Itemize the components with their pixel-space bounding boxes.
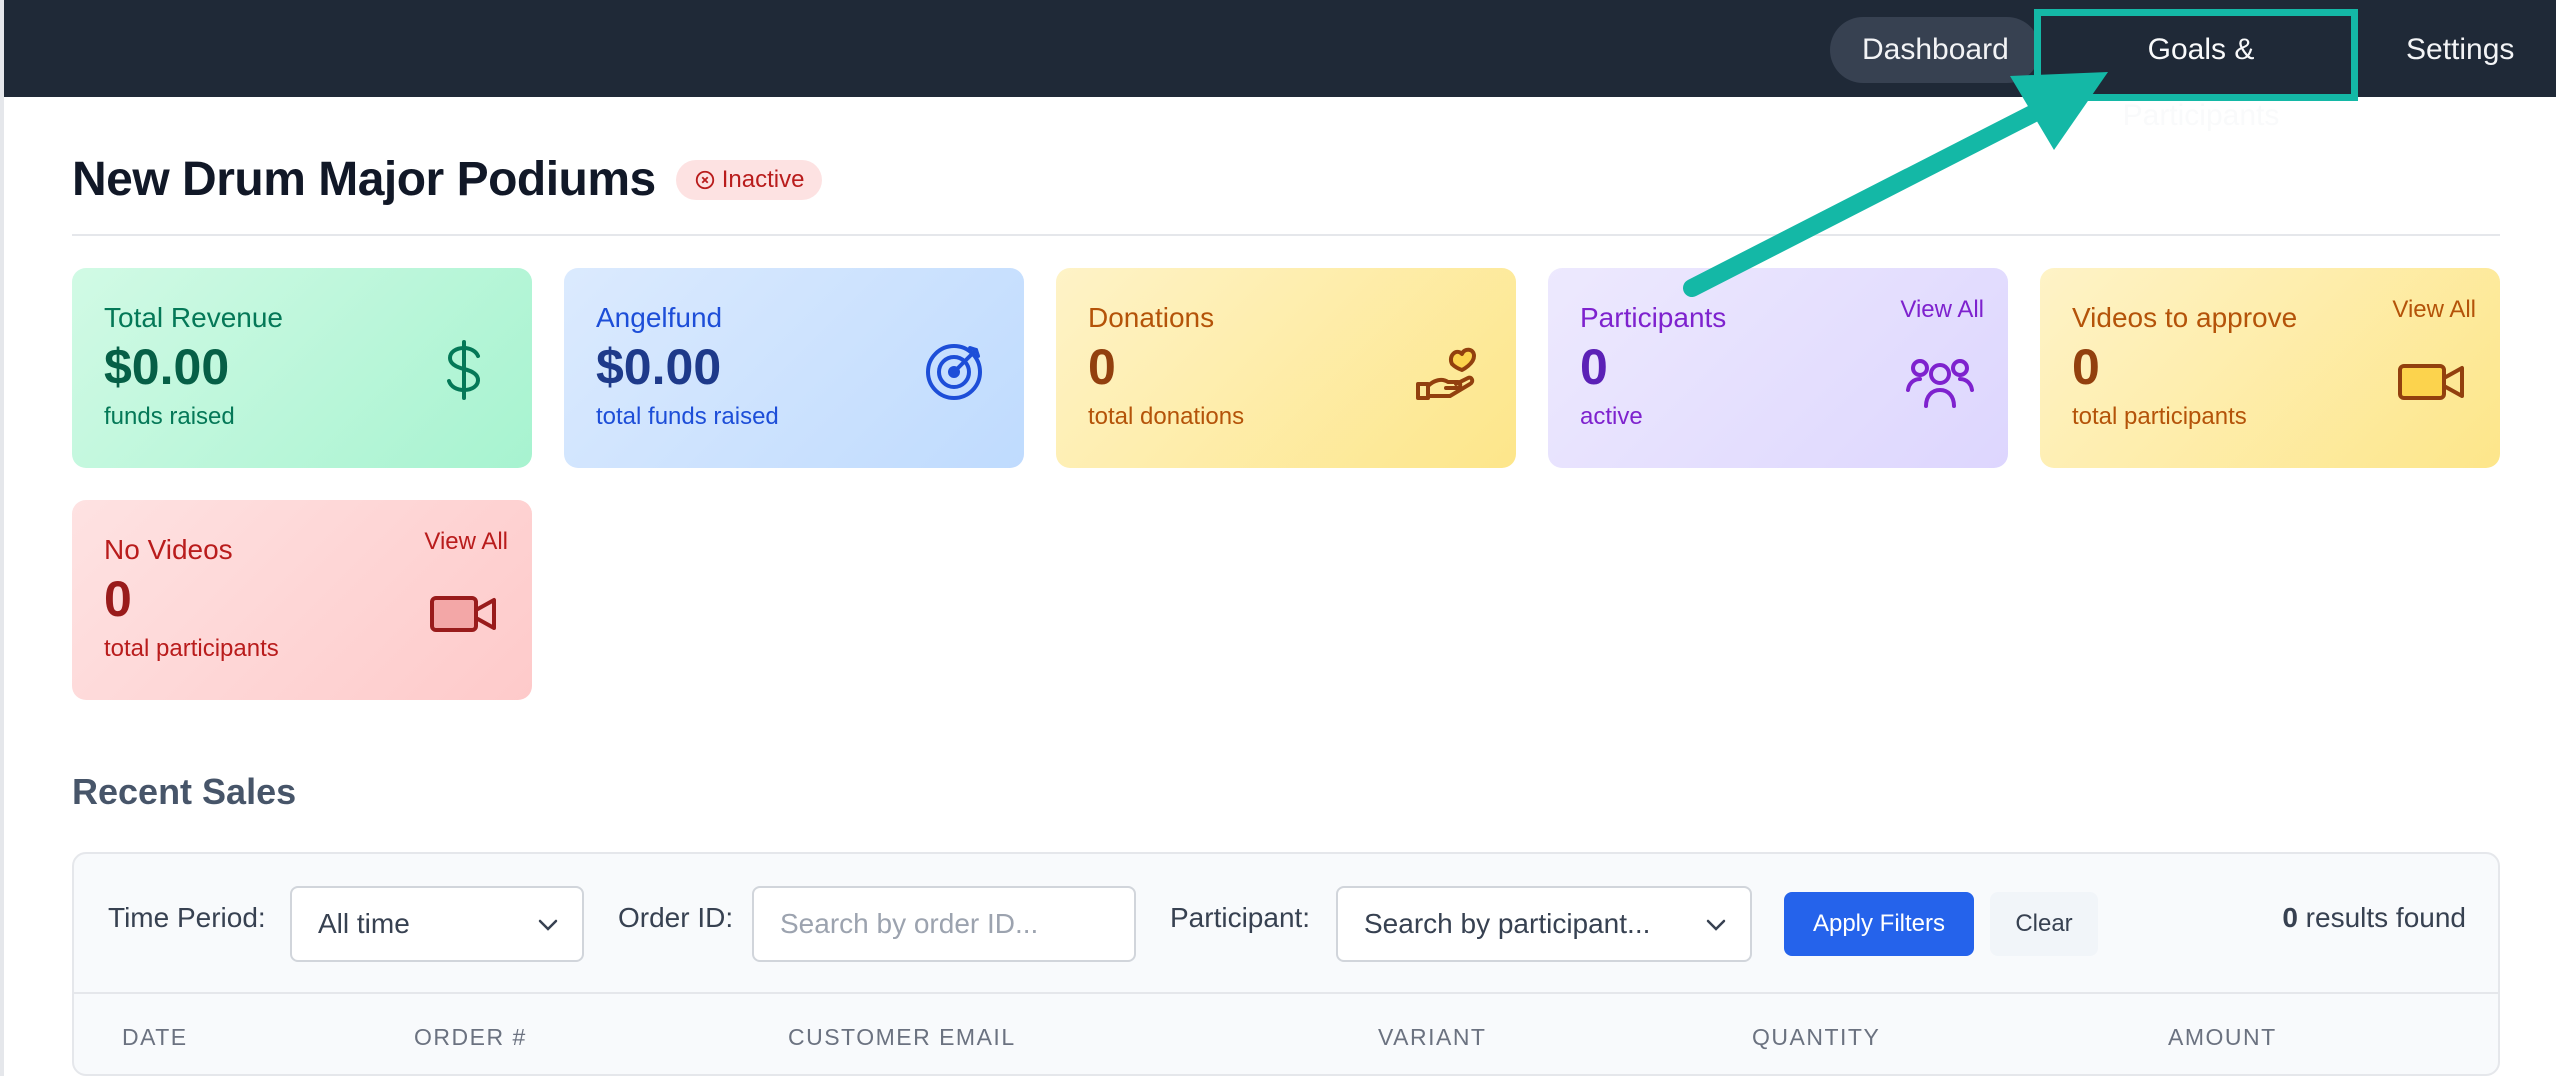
- view-all-no-videos-link[interactable]: View All: [424, 528, 508, 556]
- status-label: Inactive: [721, 165, 805, 193]
- column-header-quantity[interactable]: QUANTITY: [1752, 1024, 1880, 1051]
- card-participants: Participants 0 active View All: [1548, 268, 2008, 468]
- time-period-select[interactable]: All time: [290, 886, 584, 962]
- results-count: 0 results found: [2282, 902, 2466, 934]
- title-row: New Drum Major Podiums Inactive: [72, 152, 823, 207]
- table-header-row: DATE ORDER # CUSTOMER EMAIL VARIANT QUAN…: [74, 994, 2498, 1076]
- participant-label: Participant:: [1170, 902, 1311, 933]
- top-nav: Dashboard Goals & Participants Settings: [0, 0, 2556, 132]
- card-sub: total funds raised: [596, 403, 779, 430]
- column-header-order[interactable]: ORDER #: [414, 1024, 527, 1051]
- users-icon: [1906, 359, 1974, 408]
- participant-select[interactable]: Search by participant...: [1336, 886, 1752, 962]
- x-circle-icon: [695, 170, 714, 189]
- column-header-amount[interactable]: AMOUNT: [2168, 1024, 2277, 1051]
- hand-heart-icon: [1416, 347, 1476, 400]
- order-id-label: Order ID:: [618, 902, 734, 933]
- column-header-date[interactable]: DATE: [122, 1024, 188, 1051]
- card-angelfund: Angelfund $0.00 total funds raised: [564, 268, 1024, 468]
- recent-sales-title: Recent Sales: [72, 771, 297, 812]
- apply-filters-button[interactable]: Apply Filters: [1784, 892, 1974, 956]
- card-videos-to-approve: Videos to approve 0 total participants V…: [2040, 268, 2500, 468]
- card-no-videos: No Videos 0 total participants View All: [72, 500, 532, 700]
- page-content: New Drum Major Podiums Inactive Total Re…: [0, 97, 2556, 1076]
- column-header-variant[interactable]: VARIANT: [1378, 1024, 1486, 1051]
- column-header-email[interactable]: CUSTOMER EMAIL: [788, 1024, 1016, 1051]
- view-all-videos-link[interactable]: View All: [2392, 296, 2476, 324]
- results-number: 0: [2282, 902, 2298, 933]
- card-sub: total donations: [1088, 403, 1245, 430]
- chevron-down-icon: [1706, 919, 1726, 931]
- chevron-down-icon: [538, 919, 558, 931]
- order-id-input[interactable]: Search by order ID...: [752, 886, 1136, 962]
- divider: [72, 234, 2500, 236]
- time-period-label: Time Period:: [108, 902, 266, 933]
- status-badge: Inactive: [675, 159, 823, 200]
- participant-placeholder: Search by participant...: [1364, 908, 1651, 939]
- card-sub: funds raised: [104, 403, 235, 430]
- clear-filters-button[interactable]: Clear: [1990, 892, 2098, 956]
- target-icon: [926, 344, 982, 400]
- time-period-value: All time: [318, 908, 410, 939]
- nav-settings-button[interactable]: Settings: [2374, 17, 2534, 83]
- filter-bar: Time Period: All time Order ID: Search b…: [74, 854, 2498, 994]
- nav-goals-participants-button[interactable]: Goals & Participants: [2038, 17, 2364, 132]
- card-label: Donations: [1088, 302, 1215, 333]
- video-icon: [430, 596, 496, 632]
- results-text: results found: [2297, 902, 2466, 933]
- nav-dashboard-button[interactable]: Dashboard: [1830, 17, 2040, 83]
- dollar-icon: [447, 340, 481, 400]
- page-title: New Drum Major Podiums: [72, 153, 656, 206]
- card-label: Angelfund: [596, 302, 723, 333]
- sales-table-panel: Time Period: All time Order ID: Search b…: [72, 852, 2500, 1076]
- view-all-participants-link[interactable]: View All: [1900, 296, 1984, 324]
- video-icon: [2398, 364, 2464, 400]
- card-total-revenue: Total Revenue $0.00 funds raised: [72, 268, 532, 468]
- card-donations: Donations 0 total donations: [1056, 268, 1516, 468]
- card-label: Total Revenue: [104, 302, 284, 333]
